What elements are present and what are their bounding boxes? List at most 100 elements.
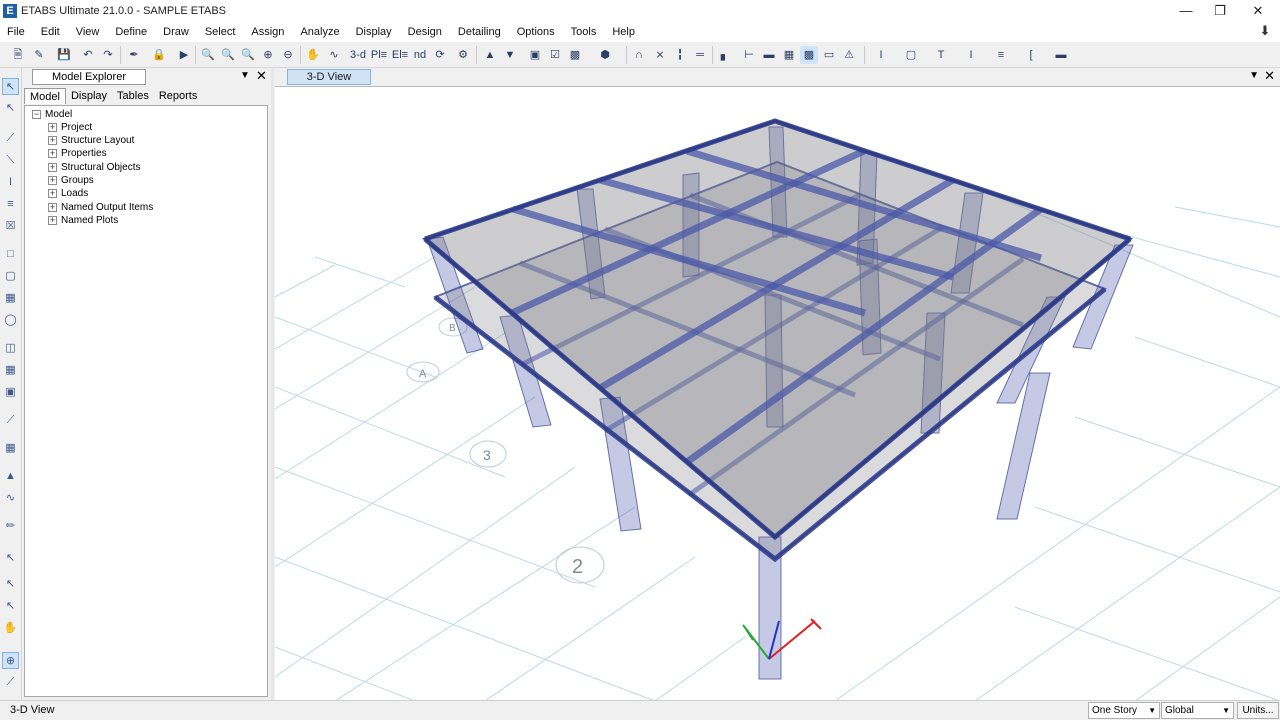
draw-x-brace-icon[interactable]: ☒	[2, 218, 19, 235]
draw-frame-icon[interactable]: ∩	[630, 46, 648, 64]
draw-diag-icon[interactable]: ⟍	[2, 152, 19, 169]
draw-column2-icon[interactable]: ≡	[2, 196, 19, 213]
menu-edit[interactable]: Edit	[33, 22, 68, 42]
tab-model[interactable]: Model	[24, 88, 66, 104]
coordinate-system-select[interactable]: Global ▼	[1161, 702, 1234, 719]
tree-root[interactable]: − Model	[32, 108, 72, 121]
zoom-out-icon[interactable]: ⊖	[279, 46, 297, 64]
object-shrink-icon[interactable]: ▣	[526, 46, 544, 64]
measure-icon[interactable]: ∿	[325, 46, 343, 64]
snap-line-icon[interactable]: ⟋	[2, 674, 19, 691]
perspective-icon[interactable]: ⚙	[454, 46, 472, 64]
redo-icon[interactable]: ↷	[99, 46, 117, 64]
menu-assign[interactable]: Assign	[243, 22, 292, 42]
previous-select-icon[interactable]: ↖	[2, 576, 19, 593]
menu-file[interactable]: File	[0, 22, 33, 42]
expand-icon[interactable]: +	[48, 122, 57, 132]
section-tee-icon[interactable]: T	[932, 46, 950, 64]
menu-design[interactable]: Design	[400, 22, 450, 42]
dropdown-icon[interactable]: ▼	[240, 70, 250, 81]
expand-icon[interactable]: +	[48, 175, 57, 185]
draw-mesh-icon[interactable]: ▦	[2, 440, 19, 457]
expand-icon[interactable]: +	[48, 135, 57, 145]
lock-icon[interactable]: 🔒	[150, 46, 168, 64]
tab-tables[interactable]: Tables	[112, 88, 154, 104]
open-icon[interactable]: ✎	[30, 46, 48, 64]
expand-icon[interactable]: +	[48, 215, 57, 225]
expand-icon[interactable]: +	[48, 202, 57, 212]
close-panel-icon[interactable]: ✕	[256, 68, 267, 84]
elevation-view-button[interactable]: El≡	[391, 46, 409, 64]
tree-item-groups[interactable]: + Groups	[48, 174, 94, 187]
move-down-icon[interactable]: ▼	[501, 46, 519, 64]
tree-item-named-plots[interactable]: + Named Plots	[48, 214, 118, 227]
clear-select-icon[interactable]: ↖	[2, 598, 19, 615]
draw-wall-grid-icon[interactable]: ▦	[2, 362, 19, 379]
section-wide-icon[interactable]: I	[962, 46, 980, 64]
draw-opening-icon[interactable]: ▭	[820, 46, 838, 64]
draw-wall-icon[interactable]: ▖	[716, 46, 734, 64]
tree-item-structural-objects[interactable]: + Structural Objects	[48, 161, 140, 174]
tab-display[interactable]: Display	[66, 88, 112, 104]
draw-beams-icon[interactable]: ═	[691, 46, 709, 64]
units-button[interactable]: Units...	[1237, 702, 1279, 719]
collapse-icon[interactable]: −	[32, 109, 41, 119]
draw-dimension-icon[interactable]: ✏	[2, 518, 19, 535]
section-channel-icon[interactable]: [	[1022, 46, 1040, 64]
run-analysis-icon[interactable]: ▶	[175, 46, 193, 64]
draw-link-icon[interactable]: ⚠	[840, 46, 858, 64]
minimize-icon[interactable]: —	[1168, 0, 1204, 22]
zoom-full-icon[interactable]: 🔍	[239, 46, 257, 64]
menu-view[interactable]: View	[68, 22, 108, 42]
move-up-icon[interactable]: ▲	[481, 46, 499, 64]
view-3d-button[interactable]: 3-d	[347, 46, 369, 64]
close-icon[interactable]: ✕	[1240, 0, 1276, 22]
draw-point-icon[interactable]: ⊢	[740, 46, 758, 64]
3d-model-drawing[interactable]: 2 3 A B	[275, 87, 1280, 700]
zoom-restore-icon[interactable]: 🔍	[219, 46, 237, 64]
3d-model-viewport[interactable]: 2 3 A B	[275, 86, 1280, 700]
panel-splitter[interactable]	[271, 68, 274, 700]
set-display-options-icon[interactable]: ☑	[546, 46, 564, 64]
pan-icon[interactable]: ✋	[304, 46, 322, 64]
draw-rect-icon[interactable]: ▢	[2, 268, 19, 285]
tree-item-structure-layout[interactable]: + Structure Layout	[48, 134, 134, 147]
expand-icon[interactable]: +	[48, 162, 57, 172]
reshape-icon[interactable]: ↖	[2, 100, 19, 117]
menu-analyze[interactable]: Analyze	[292, 22, 347, 42]
pointer-select-icon[interactable]: ↖	[2, 78, 19, 95]
draw-opening-left-icon[interactable]: ▣	[2, 384, 19, 401]
menu-detailing[interactable]: Detailing	[450, 22, 509, 42]
menu-help[interactable]: Help	[604, 22, 643, 42]
dropdown-icon[interactable]: ▼	[1249, 70, 1259, 81]
draw-area-icon[interactable]: □	[2, 246, 19, 263]
draw-column-icon[interactable]: I	[2, 174, 19, 191]
expand-icon[interactable]: +	[48, 188, 57, 198]
draw-support-icon[interactable]: ▲	[2, 468, 19, 485]
draw-columns-icon[interactable]: ╏	[671, 46, 689, 64]
tab-3d-view[interactable]: 3-D View	[287, 69, 371, 85]
zoom-in-icon[interactable]: ⊕	[259, 46, 277, 64]
tab-reports[interactable]: Reports	[154, 88, 203, 104]
section-box-icon[interactable]: ▢	[902, 46, 920, 64]
download-icon[interactable]: ⬇	[1256, 22, 1274, 40]
quick-draw-icon[interactable]: ▩	[800, 46, 818, 64]
restore-icon[interactable]: ❐	[1202, 0, 1238, 22]
story-select[interactable]: One Story ▼	[1088, 702, 1160, 719]
snap-grid-icon[interactable]: ⊕	[2, 652, 19, 669]
section-line-icon[interactable]: ≡	[992, 46, 1010, 64]
menu-tools[interactable]: Tools	[563, 22, 605, 42]
draw-line-icon[interactable]: ⟋	[2, 130, 19, 147]
draw-circle-icon[interactable]: ◯	[2, 312, 19, 329]
menu-display[interactable]: Display	[348, 22, 400, 42]
nd-view-button[interactable]: nd	[411, 46, 429, 64]
section-i-icon[interactable]: I	[872, 46, 890, 64]
menu-options[interactable]: Options	[509, 22, 563, 42]
section-bar-icon[interactable]: ▬	[1052, 46, 1070, 64]
tree-item-named-output-items[interactable]: + Named Output Items	[48, 201, 153, 214]
menu-draw[interactable]: Draw	[155, 22, 197, 42]
draw-slab-icon[interactable]: ▬	[760, 46, 778, 64]
rotate-icon[interactable]: ⟳	[431, 46, 449, 64]
draw-spring-icon[interactable]: ∿	[2, 490, 19, 507]
draw-brace-icon[interactable]: ⨯	[651, 46, 669, 64]
